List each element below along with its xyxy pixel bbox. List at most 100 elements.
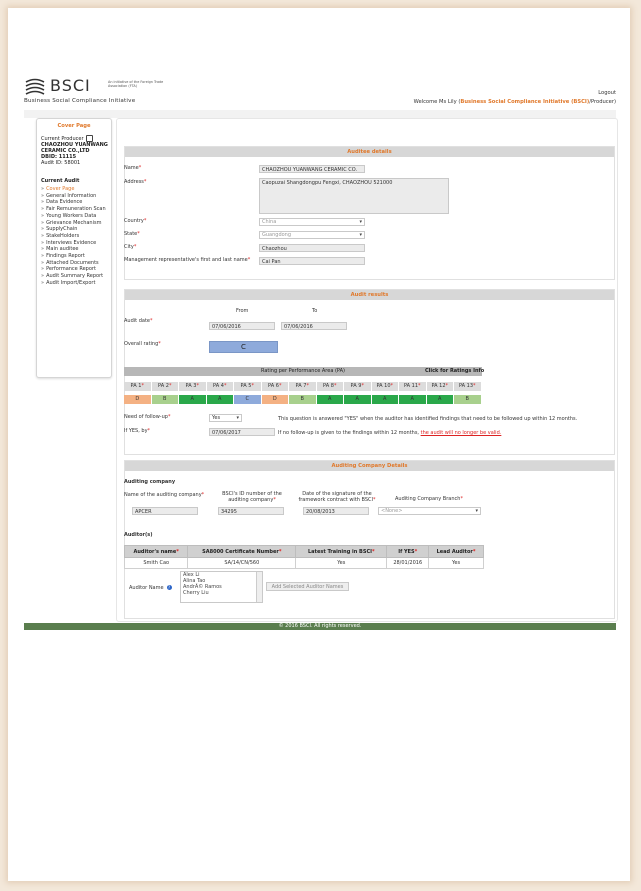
listbox-scrollbar[interactable] [256, 572, 262, 602]
logout-link[interactable]: Logout [598, 90, 616, 96]
auditee-title: Auditee details [125, 147, 614, 157]
pa-label-row: PA 1* PA 2* PA 3* PA 4* PA 5* PA 6* PA 7* PA 8*… [124, 382, 482, 392]
bsci-logo[interactable]: BSCI An initiative of the Foreign Trade … [24, 76, 164, 108]
city-field[interactable]: Chaozhou [259, 244, 365, 252]
sidebar-item-cover-page[interactable]: » Cover Page [41, 186, 111, 193]
pa-rating: B [289, 395, 316, 404]
table-cell: SA/14/CN/560 [187, 557, 297, 569]
followup-label: Need of follow-up* [124, 414, 171, 420]
sidebar-item-fair-remuneration-scan[interactable]: » Fair Remuneration Scan [41, 206, 111, 213]
audit-date-label-text: Audit date [124, 318, 150, 324]
table-cell: Smith Cao [123, 557, 189, 569]
ifyes-note-text: If no follow-up is given to the findings… [278, 430, 420, 436]
auditor-name-label: Auditor Name? [129, 585, 172, 591]
name-field[interactable]: CHAOZHOU YUANWANG CERAMIC CO. [259, 165, 365, 173]
auditors-table: Auditor's name* SA8000 Certificate Number… [123, 545, 484, 569]
sidebar-item-data-evidence[interactable]: » Data Evidence [41, 199, 111, 206]
followup-select[interactable]: Yes [209, 414, 242, 422]
sidebar-menu: » Cover Page» General Information» Data Evi… [41, 186, 111, 287]
table-cell: 28/01/2016 [386, 557, 430, 569]
company-id-field[interactable]: 34295 [218, 507, 284, 515]
pa-label: PA 4* [206, 382, 233, 391]
sidebar-item-audit-summary-report[interactable]: » Audit Summary Report [41, 273, 111, 280]
logo-text: BSCI [50, 76, 91, 95]
audit-results-title: Audit results [125, 290, 614, 300]
pa-rating: A [371, 395, 398, 404]
chevron-right-icon: » [41, 253, 45, 260]
logo-subtitle: An initiative of the Foreign Trade Assoc… [108, 80, 164, 88]
rep-field[interactable]: Cai Pan [259, 257, 365, 265]
sidebar-item-main-auditee[interactable]: » Main auditee [41, 246, 111, 253]
pa-label-text: PA 4 [213, 383, 224, 389]
auditor-name-listbox[interactable]: Alex Li Alina Tao AndrÃ© Ramos Cherry Liu [180, 571, 263, 603]
sidebar-item-label: Interviews Evidence [46, 239, 97, 246]
state-label-text: State [124, 231, 138, 237]
table-header-text: If YES [398, 548, 415, 555]
pa-rating: D [261, 395, 288, 404]
sidebar-item-stakeholders[interactable]: » StakeHolders [41, 233, 111, 240]
pa-rating: A [316, 395, 343, 404]
sidebar-item-performance-report[interactable]: » Performance Report [41, 266, 111, 273]
company-id-label: BSCI's ID number of the auditing company… [222, 491, 282, 503]
sidebar-item-label: Findings Report [46, 253, 85, 260]
chevron-right-icon: » [41, 273, 45, 280]
sidebar-item-supplychain[interactable]: » SupplyChain [41, 226, 111, 233]
pa-label: PA 11* [399, 382, 426, 391]
lock-icon[interactable] [85, 135, 93, 142]
sidebar: Cover Page Current Producer CHAOZHOU YUA… [36, 118, 112, 378]
table-header: Latest Training in BSCI* [295, 545, 388, 558]
name-label: Name* [124, 165, 142, 171]
auditors-title: Auditor(s) [124, 532, 153, 538]
pa-label: PA 12* [426, 382, 453, 391]
sidebar-item-grievance-mechanism[interactable]: » Grievance Mechanism [41, 220, 111, 227]
pa-rating: B [151, 395, 178, 404]
chevron-right-icon: » [41, 192, 45, 199]
sidebar-item-audit-import-export[interactable]: » Audit Import/Export [41, 280, 111, 287]
chevron-right-icon: » [41, 246, 45, 253]
add-auditors-button[interactable]: Add Selected Auditor Names [266, 582, 349, 591]
ifyes-date[interactable]: 07/06/2017 [209, 428, 275, 436]
followup-note: This question is answered "YES" when the… [278, 416, 578, 422]
footer: © 2016 BSCI. All rights reserved. [24, 623, 616, 630]
ratings-info-link[interactable]: Click for Ratings Info [425, 368, 484, 374]
branch-select[interactable]: <None> [378, 507, 481, 515]
pa-label: PA 9* [344, 382, 371, 391]
table-row[interactable]: Smith Cao SA/14/CN/560 Yes 28/01/2016 Yes [123, 557, 484, 569]
overall-rating-label-text: Overall rating [124, 341, 159, 347]
state-select[interactable]: Guangdong [259, 231, 365, 239]
sidebar-item-findings-report[interactable]: » Findings Report [41, 253, 111, 260]
sidebar-title[interactable]: Cover Page [37, 123, 111, 129]
rep-label-text: Management representative's first and la… [124, 257, 248, 263]
sidebar-item-label: Grievance Mechanism [46, 219, 102, 226]
chevron-right-icon: » [41, 219, 45, 226]
address-field[interactable]: Caopuzai Shangdongpu Fengxi, CHAOZHOU 52… [259, 178, 449, 214]
validity-warning: the audit will no longer be valid. [420, 430, 502, 436]
chevron-right-icon: » [41, 259, 45, 266]
welcome-org[interactable]: Business Social Compliance Initiative (B… [460, 99, 589, 105]
branch-label: Auditing Company Branch* [395, 496, 463, 502]
sidebar-item-attached-documents[interactable]: » Attached Documents [41, 260, 111, 267]
help-icon[interactable]: ? [166, 585, 172, 590]
audit-date-label: Audit date* [124, 318, 153, 324]
pa-label: PA 10* [371, 382, 398, 391]
audit-date-to[interactable]: 07/06/2016 [281, 322, 347, 330]
company-name-field[interactable]: APCER [132, 507, 198, 515]
pa-label: PA 7* [289, 382, 316, 391]
pa-label-text: PA 2 [158, 383, 169, 389]
table-header-text: Latest Training in BSCI [308, 548, 372, 555]
audit-id: Audit ID: 58001 [41, 160, 81, 166]
producer-name: CHAOZHOU YUANWANG CERAMIC CO.,LTD [41, 142, 108, 154]
to-label: To [312, 308, 318, 314]
table-header: Auditor's name* [123, 545, 189, 558]
sidebar-item-general-information[interactable]: » General Information [41, 193, 111, 200]
sidebar-item-young-workers-data[interactable]: » Young Workers Data [41, 213, 111, 220]
auditors-table-body: Smith Cao SA/14/CN/560 Yes 28/01/2016 Yes [123, 557, 484, 569]
auditor-option[interactable]: Cherry Liu [183, 590, 262, 596]
table-cell: Yes [295, 557, 388, 569]
pa-label-text: PA 9 [350, 383, 362, 389]
country-select[interactable]: China [259, 218, 365, 226]
audit-date-from[interactable]: 07/06/2016 [209, 322, 275, 330]
contract-date-field[interactable]: 20/08/2013 [303, 507, 369, 515]
sidebar-item-label: Audit Import/Export [46, 279, 96, 286]
sidebar-item-interviews-evidence[interactable]: » Interviews Evidence [41, 240, 111, 247]
